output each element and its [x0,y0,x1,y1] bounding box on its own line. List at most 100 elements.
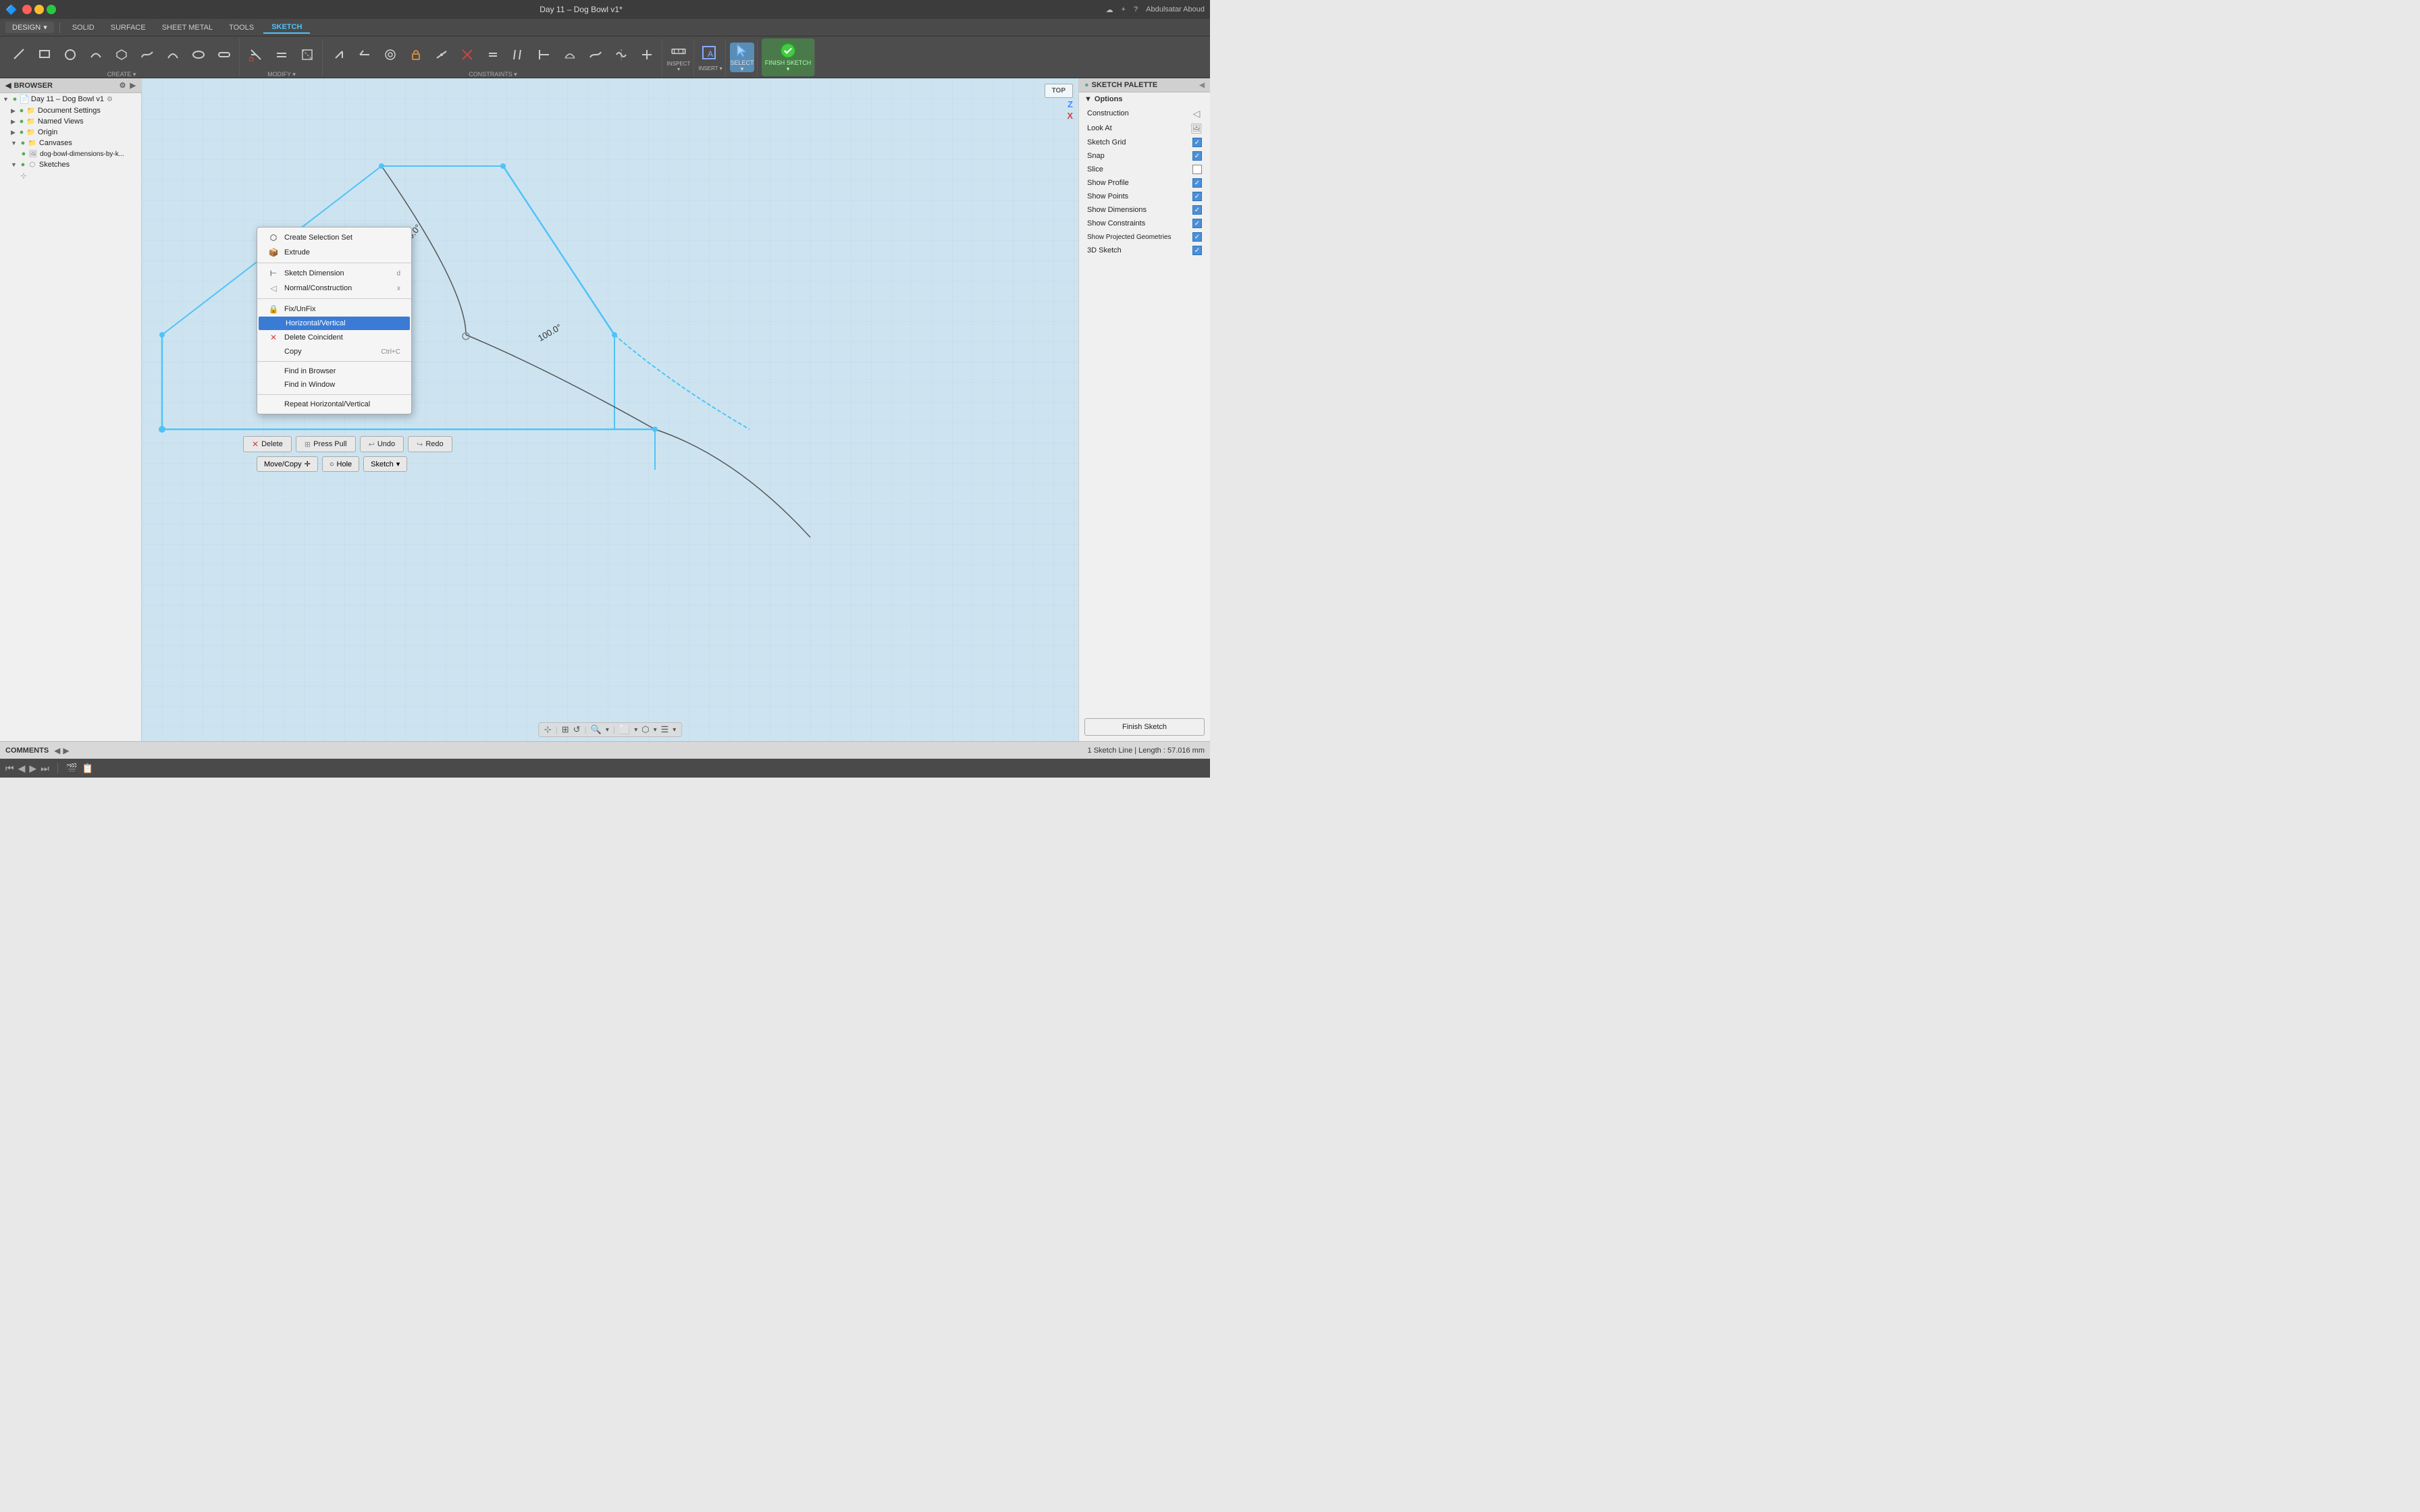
browser-item-canvases[interactable]: ▼ ● 📁 Canvases [0,138,141,148]
tool-lock[interactable] [404,40,428,70]
ctx-find-browser[interactable]: Find in Browser [257,364,411,378]
vp-env-dropdown[interactable]: ▾ [654,726,657,734]
tab-tools[interactable]: TOOLS [222,22,261,33]
ctx-copy[interactable]: Copy Ctrl+C [257,345,411,358]
browser-item-sketch-small[interactable]: ⊹ [0,170,141,182]
vp-more-icon[interactable]: ☰ [661,724,669,735]
nav-play-icon[interactable]: ▶ [29,763,36,774]
timeline-icon[interactable]: 🎬 [66,763,78,774]
palette-row-construction[interactable]: Construction ◁ [1079,106,1210,121]
tool-offset[interactable] [269,40,294,70]
tool-symmetric[interactable] [609,40,633,70]
palette-row-3d-sketch[interactable]: 3D Sketch [1079,244,1210,257]
browser-item-doc-settings[interactable]: ▶ ● 📁 Document Settings [0,105,141,116]
vp-orbit-icon[interactable]: ↺ [573,724,581,735]
comments-collapse-icon[interactable]: ◀ [54,746,60,755]
add-tab-icon[interactable]: + [1122,5,1126,14]
vp-snap-icon[interactable]: ⊹ [544,724,552,735]
vp-fit-icon[interactable]: ⊞ [562,724,569,735]
slice-checkbox[interactable] [1192,165,1202,174]
vp-display-icon[interactable]: ⬜ [619,724,630,735]
palette-row-show-profile[interactable]: Show Profile [1079,176,1210,190]
tool-project[interactable] [295,40,319,70]
tool-line[interactable] [7,40,31,70]
design-menu[interactable]: DESIGN ▾ [5,22,54,33]
browser-settings-icon[interactable]: ⚙ [120,81,126,90]
ctx-normal-construction[interactable]: ◁ Normal/Construction x [257,281,411,296]
user-name[interactable]: Abdulsatar Aboud [1146,5,1205,14]
tool-select[interactable]: SELECT ▾ [730,43,754,72]
delete-button[interactable]: ✕ Delete [243,436,292,452]
palette-row-sketch-grid[interactable]: Sketch Grid [1079,136,1210,149]
nav-next-icon[interactable]: ⏭ [41,763,49,774]
ctx-fix-unfix[interactable]: 🔒 Fix/UnFix [257,302,411,317]
browser-item-named-views[interactable]: ▶ ● 📁 Named Views [0,116,141,127]
show-projected-checkbox[interactable] [1192,232,1202,242]
close-button[interactable] [22,5,32,14]
tool-midpoint[interactable] [429,40,454,70]
palette-row-snap[interactable]: Snap [1079,149,1210,163]
tool-rect[interactable] [32,40,57,70]
show-dimensions-checkbox[interactable] [1192,205,1202,215]
view-cube-top[interactable]: TOP [1045,84,1073,98]
finish-sketch-toolbar-button[interactable]: FINISH SKETCH ▾ [764,43,812,72]
tool-measure[interactable]: INSPECT ▾ [666,43,691,72]
palette-row-show-points[interactable]: Show Points [1079,190,1210,203]
tool-horiz-vert[interactable] [635,40,659,70]
tool-polygon[interactable] [109,40,134,70]
tool-conic[interactable] [161,40,185,70]
palette-row-show-dimensions[interactable]: Show Dimensions [1079,203,1210,217]
palette-row-look-at[interactable]: Look At 🖼 [1079,121,1210,136]
vp-zoom-dropdown[interactable]: ▾ [606,726,609,734]
sketch-grid-checkbox[interactable] [1192,138,1202,147]
minimize-button[interactable] [34,5,44,14]
nav-prev-icon[interactable]: ◀ [18,763,26,774]
tab-sketch[interactable]: SKETCH [263,22,310,34]
hole-button[interactable]: ○ Hole [322,456,359,472]
undo-button[interactable]: ↩ Undo [360,436,404,452]
browser-item-root[interactable]: ▼ ● 📄 Day 11 – Dog Bowl v1 ⚙ [0,93,141,105]
tool-slot[interactable] [212,40,236,70]
cloud-icon[interactable]: ☁ [1106,5,1113,14]
ctx-extrude[interactable]: 📦 Extrude [257,245,411,260]
tab-sheet-metal[interactable]: SHEET METAL [155,22,219,33]
show-profile-checkbox[interactable] [1192,178,1202,188]
snap-checkbox[interactable] [1192,151,1202,161]
tool-perpendicular[interactable] [532,40,556,70]
ctx-find-window[interactable]: Find in Window [257,378,411,392]
vp-zoom-icon[interactable]: 🔍 [591,724,602,735]
3d-sketch-checkbox[interactable] [1192,246,1202,255]
tool-collinear[interactable] [352,40,377,70]
nav-first-icon[interactable]: ⏮ [5,763,14,774]
ctx-repeat[interactable]: Repeat Horizontal/Vertical [257,398,411,411]
tool-circle[interactable] [58,40,82,70]
sketch-dropdown-button[interactable]: Sketch ▾ [363,456,407,472]
palette-row-show-constraints[interactable]: Show Constraints [1079,217,1210,230]
browser-expand-icon[interactable]: ▶ [130,81,136,90]
ctx-horizontal-vertical[interactable]: Horizontal/Vertical [259,317,410,330]
show-points-checkbox[interactable] [1192,192,1202,201]
help-icon[interactable]: ? [1134,5,1138,14]
browser-item-sketches[interactable]: ▼ ● ⬡ Sketches [0,159,141,170]
tool-insert[interactable]: A INSERT ▾ [698,43,722,72]
move-copy-button[interactable]: Move/Copy ✛ [257,456,318,472]
viewport[interactable]: 100.0° 100.0° TOP Z X ⬡ Create Selection… [142,78,1078,741]
browser-item-canvas-img[interactable]: ● 🖼 dog-bowl-dimensions-by-k... [0,148,141,159]
ctx-create-selection-set[interactable]: ⬡ Create Selection Set [257,230,411,245]
redo-button[interactable]: ↪ Redo [408,436,452,452]
palette-row-slice[interactable]: Slice [1079,163,1210,176]
vp-display-dropdown[interactable]: ▾ [634,726,637,734]
maximize-button[interactable] [47,5,56,14]
root-gear-icon[interactable]: ⚙ [107,96,113,103]
tool-fix[interactable] [455,40,479,70]
show-constraints-checkbox[interactable] [1192,219,1202,228]
tool-concentric[interactable] [378,40,402,70]
tool-arc[interactable] [84,40,108,70]
tool-parallel[interactable] [506,40,531,70]
ctx-delete-coincident[interactable]: ✕ Delete Coincident [257,330,411,345]
browser-collapse-icon[interactable]: ◀ [5,81,11,90]
finish-sketch-palette-button[interactable]: Finish Sketch [1084,718,1205,736]
palette-expand-icon[interactable]: ◀ [1199,82,1205,89]
tab-solid[interactable]: SOLID [65,22,101,33]
press-pull-button[interactable]: ⊞ Press Pull [296,436,356,452]
